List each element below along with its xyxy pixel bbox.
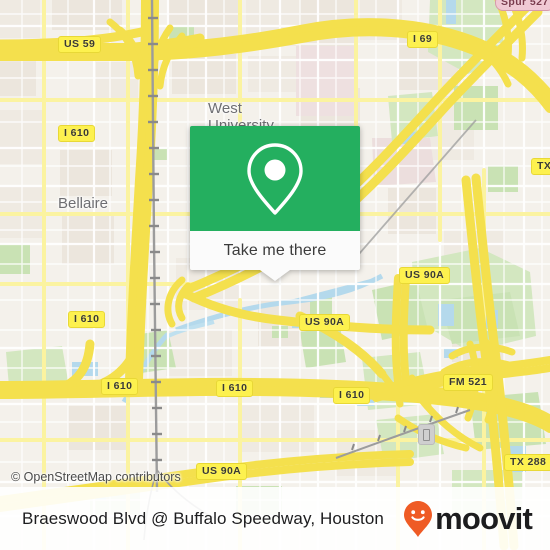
card-pointer-tail [260, 270, 290, 281]
bottom-info-bar: Braeswood Blvd @ Buffalo Speedway, Houst… [0, 487, 550, 550]
location-info-card: Take me there [190, 126, 360, 281]
shield-us-59: US 59 [58, 36, 102, 53]
moovit-wordmark: moovit [435, 501, 533, 536]
shield-tx-clipped: TX [531, 158, 550, 175]
shield-i-610-southwest: I 610 [101, 378, 139, 395]
shield-us-90a-southwest: US 90A [196, 463, 248, 480]
osm-attribution[interactable]: © OpenStreetMap contributors [11, 470, 181, 484]
shield-i-610-west: I 610 [68, 311, 106, 328]
shield-us-90a-mid: US 90A [299, 314, 351, 331]
place-label-bellaire: Bellaire [58, 195, 109, 212]
station-title: Braeswood Blvd @ Buffalo Speedway, Houst… [22, 508, 384, 528]
card-action-bar[interactable]: Take me there [190, 231, 360, 281]
shield-i-610-south: I 610 [216, 380, 254, 397]
take-me-there-label: Take me there [223, 241, 327, 259]
shield-us-90a-east: US 90A [399, 267, 451, 284]
place-label-line1: West [208, 100, 242, 117]
shield-i-610-southeast: I 610 [333, 387, 371, 404]
map-canvas[interactable]: .land{fill:#f4f1eb} .blk{fill:#efeae2} .… [0, 0, 550, 550]
shield-spur-527: Spur 527 [495, 0, 550, 11]
shield-fm-521: FM 521 [443, 374, 493, 391]
map-pin-icon [247, 142, 303, 215]
map-screenshot: .land{fill:#f4f1eb} .blk{fill:#efeae2} .… [0, 0, 550, 550]
shield-i-69: I 69 [407, 31, 439, 48]
moovit-smiley-pin-icon [404, 500, 433, 537]
shield-tx-288: TX 288 [504, 454, 550, 471]
poi-marker-icon [418, 424, 435, 445]
moovit-brand[interactable]: moovit [403, 500, 533, 538]
shield-i-610-north: I 610 [58, 125, 96, 142]
card-header-green [190, 126, 360, 231]
